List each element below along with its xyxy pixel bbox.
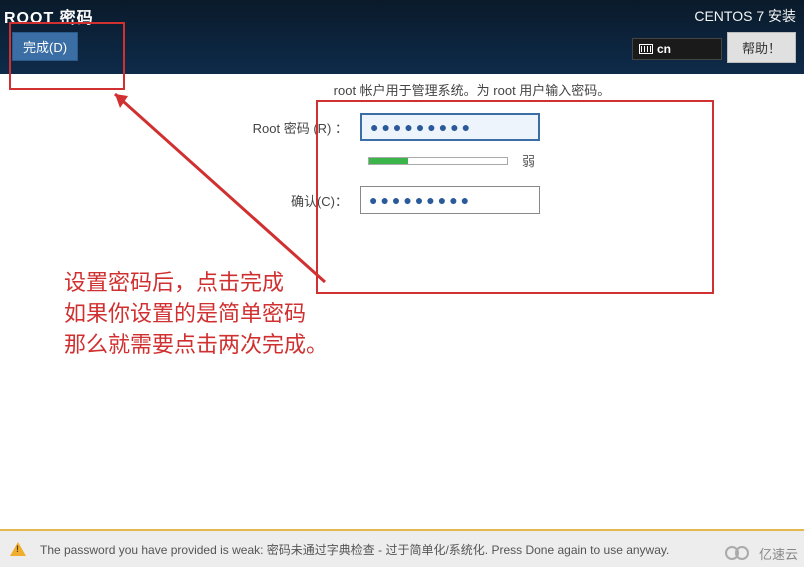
help-button[interactable]: 帮助！: [727, 32, 796, 63]
strength-meter-fill: [369, 158, 408, 164]
warning-bar: The password you have provided is weak: …: [0, 529, 804, 567]
keyboard-layout-code: cn: [657, 42, 671, 56]
strength-label: 弱: [522, 151, 535, 170]
annotation-line-3: 那么就需要点击两次完成。: [64, 330, 328, 361]
annotation-line-2: 如果你设置的是简单密码: [64, 299, 328, 330]
main-content: root 帐户用于管理系统。为 root 用户输入密码。 Root 密码 (R)…: [0, 74, 804, 214]
watermark: 亿速云: [729, 544, 798, 563]
page-title: ROOT 密码: [4, 4, 94, 28]
confirm-row: 确认(C)：: [0, 186, 804, 214]
strength-meter: [368, 157, 508, 165]
watermark-text: 亿速云: [759, 544, 798, 563]
annotation-line-1: 设置密码后，点击完成: [64, 268, 328, 299]
password-label: Root 密码 (R) ：: [0, 118, 360, 137]
keyboard-icon: [639, 44, 653, 54]
done-button[interactable]: 完成(D): [12, 32, 78, 61]
strength-row: 弱: [368, 151, 804, 170]
installer-subtitle: CENTOS 7 安装: [694, 6, 796, 26]
keyboard-layout-indicator[interactable]: cn: [632, 38, 722, 60]
warning-icon: [10, 542, 26, 556]
confirm-label: 确认(C)：: [0, 191, 360, 210]
warning-message: The password you have provided is weak: …: [40, 541, 669, 558]
confirm-password-input[interactable]: [360, 186, 540, 214]
annotation-text: 设置密码后，点击完成 如果你设置的是简单密码 那么就需要点击两次完成。: [64, 268, 328, 360]
root-password-input[interactable]: [360, 113, 540, 141]
watermark-logo-icon: [729, 546, 755, 562]
root-hint-text: root 帐户用于管理系统。为 root 用户输入密码。: [0, 80, 804, 99]
password-row: Root 密码 (R) ：: [0, 113, 804, 141]
installer-header: ROOT 密码 完成(D) CENTOS 7 安装 cn 帮助！: [0, 0, 804, 74]
